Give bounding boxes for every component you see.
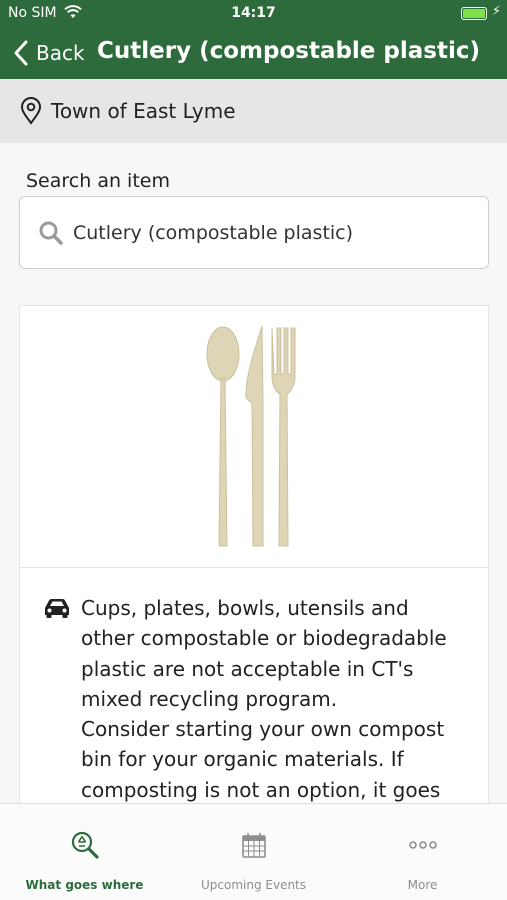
back-button[interactable]: Back — [12, 37, 85, 69]
navigation-bar: Back Cutlery (compostable plastic) — [0, 28, 507, 79]
battery-icon — [461, 7, 487, 20]
card-divider — [20, 567, 488, 568]
cutlery-image — [206, 325, 296, 547]
description-line: bin for your organic materials. If — [81, 747, 404, 772]
search-input[interactable]: Cutlery (compostable plastic) — [19, 196, 489, 269]
location-selector[interactable]: Town of East Lyme — [0, 79, 507, 143]
search-label: Search an item — [26, 170, 170, 192]
chevron-left-icon — [14, 40, 28, 66]
tab-label: More — [407, 878, 438, 892]
tab-label: What goes where — [25, 878, 144, 892]
tab-upcoming-events[interactable]: Upcoming Events — [169, 804, 338, 900]
tab-more[interactable]: More — [338, 804, 507, 900]
calendar-icon — [242, 833, 266, 858]
search-icon — [39, 221, 63, 245]
description-line: composting is not an option, it goes — [81, 777, 441, 802]
car-icon — [45, 599, 69, 618]
description-line: mixed recycling program. — [81, 686, 338, 711]
description-line: other compostable or biodegradable — [81, 626, 447, 651]
clock: 14:17 — [231, 5, 276, 21]
description-line: plastic are not acceptable in CT's — [81, 656, 414, 681]
search-value: Cutlery (compostable plastic) — [73, 221, 354, 244]
description-line: Cups, plates, bowls, utensils and — [81, 596, 409, 620]
description-line: Consider starting your own compost — [81, 717, 445, 742]
item-description: Cups, plates, bowls, utensils and other … — [81, 593, 476, 805]
recycle-search-icon — [71, 831, 99, 859]
tab-bar: What goes where Upcoming Events More — [0, 803, 507, 900]
more-dots-icon — [409, 841, 437, 849]
charging-icon: ⚡ — [491, 4, 501, 19]
tab-label: Upcoming Events — [200, 878, 307, 892]
location-label: Town of East Lyme — [51, 99, 236, 123]
back-label: Back — [36, 41, 85, 65]
status-bar: No SIM 14:17 ⚡ — [0, 0, 507, 28]
location-pin-icon — [20, 97, 42, 125]
tab-what-goes-where[interactable]: What goes where — [0, 804, 169, 900]
page-title: Cutlery (compostable plastic) — [97, 38, 480, 64]
